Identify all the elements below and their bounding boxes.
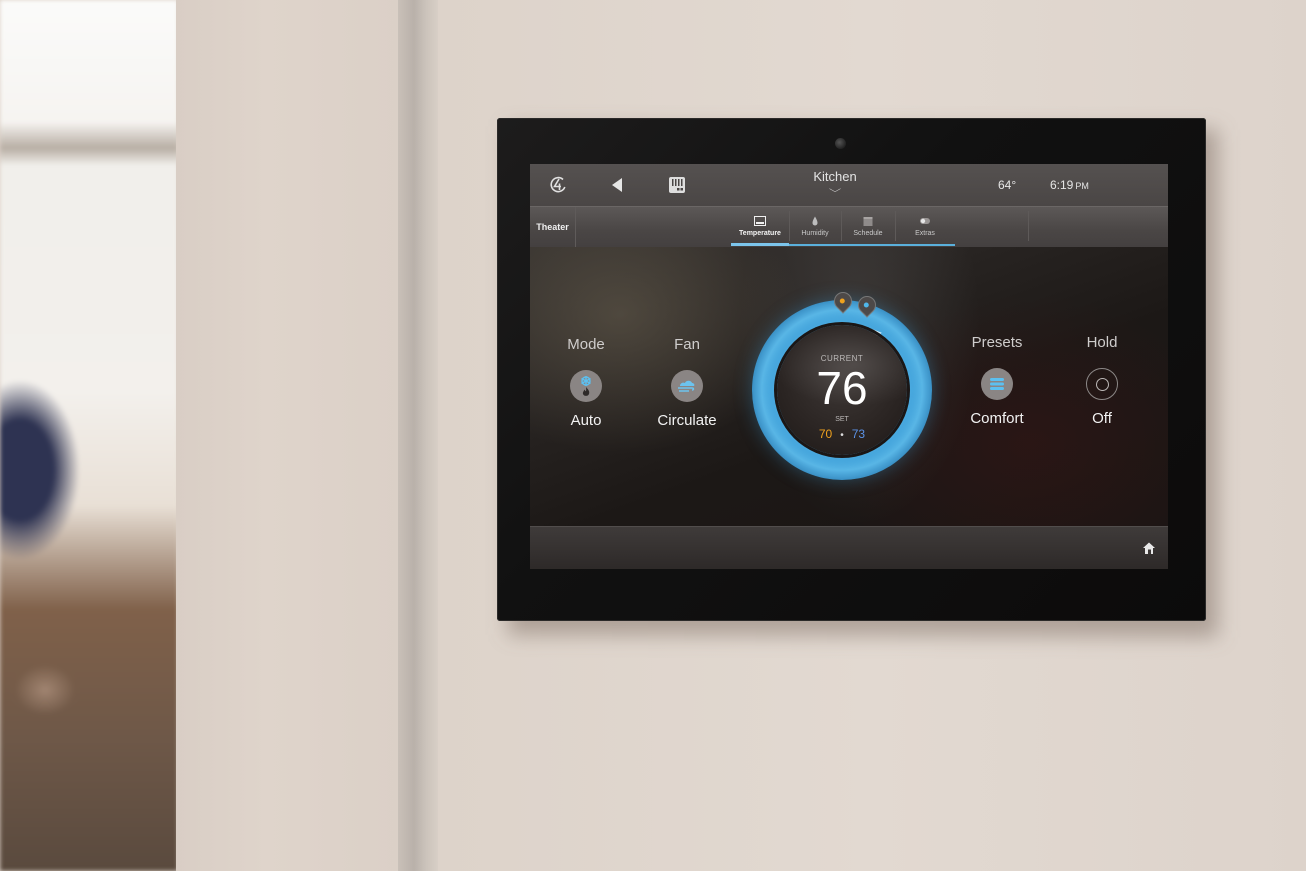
mode-title: Mode — [567, 336, 605, 353]
tab-label: Temperature — [739, 230, 781, 237]
active-tab-indicator — [731, 243, 789, 246]
list-icon[interactable] — [981, 368, 1013, 400]
setpoint-separator: • — [840, 430, 844, 441]
screen: Kitchen ⌵ 64° 6:19 PM Theater Temperature — [530, 164, 1168, 569]
presets-value: Comfort — [970, 410, 1024, 427]
cool-dot-icon — [862, 301, 870, 309]
dial-face: CURRENT 76 SET 70 • 73 — [777, 325, 907, 455]
mode-value: Auto — [570, 412, 602, 429]
current-temperature: 76 — [816, 362, 868, 414]
toggle-icon — [919, 216, 931, 226]
tab-temperature[interactable]: Temperature — [731, 207, 789, 245]
hold-value: Off — [1092, 410, 1112, 427]
home-icon[interactable] — [1142, 541, 1156, 555]
thermostat-dial[interactable]: CURRENT 76 SET 70 • 73 — [752, 288, 932, 480]
wall-groove — [398, 0, 438, 871]
clock: 6:19 PM — [1050, 178, 1089, 192]
outdoor-temperature: 64° — [998, 178, 1017, 192]
setpoints: 70 • 73 — [777, 427, 907, 441]
room-name: Kitchen — [813, 169, 857, 184]
clock-time: 6:19 — [1050, 178, 1074, 192]
snowflake-flame-icon[interactable] — [570, 370, 602, 402]
fan-control[interactable]: Fan Circulate — [642, 336, 732, 429]
background-window-scene — [0, 0, 178, 871]
tab-bar: Theater Temperature Humidity Schedule Ex… — [530, 206, 1168, 247]
tab-label: Humidity — [801, 230, 829, 237]
tab-divider — [1028, 211, 1029, 241]
tab-label: Schedule — [853, 230, 883, 237]
droplet-icon — [809, 216, 821, 226]
tab-label: Extras — [915, 230, 935, 237]
radio-ring-icon[interactable] — [1086, 368, 1118, 400]
camera-lens — [835, 138, 846, 149]
set-label: SET — [835, 416, 849, 423]
calendar-icon — [862, 216, 874, 226]
clock-ampm: PM — [1075, 181, 1089, 191]
monitor-icon — [754, 216, 766, 226]
chevron-down-icon: ⌵ — [828, 184, 842, 194]
radio-ring-inner — [1095, 377, 1109, 391]
room-shortcut-theater[interactable]: Theater — [530, 207, 576, 247]
tab-humidity[interactable]: Humidity — [790, 207, 840, 245]
wind-cloud-icon[interactable] — [671, 370, 703, 402]
hold-title: Hold — [1086, 334, 1118, 351]
room-selector[interactable]: Kitchen ⌵ — [790, 169, 880, 194]
tab-schedule[interactable]: Schedule — [842, 207, 894, 245]
presets-title: Presets — [971, 334, 1023, 351]
tab-extras[interactable]: Extras — [896, 207, 954, 245]
top-bar: Kitchen ⌵ 64° 6:19 PM — [530, 164, 1168, 206]
wall-pillar — [176, 0, 401, 871]
heat-dot-icon — [838, 297, 846, 305]
cool-setpoint: 73 — [851, 427, 866, 441]
fan-value: Circulate — [657, 412, 717, 429]
thermostat-device-icon[interactable] — [666, 174, 688, 196]
fan-title: Fan — [674, 336, 700, 353]
bottom-bar — [530, 526, 1168, 569]
presets-control[interactable]: Presets Comfort — [952, 334, 1042, 427]
hold-control[interactable]: Hold Off — [1057, 334, 1147, 427]
back-triangle-icon[interactable] — [606, 174, 628, 196]
heat-setpoint: 70 — [818, 427, 833, 441]
brand-logo-icon[interactable] — [547, 174, 569, 196]
mode-control[interactable]: Mode Auto — [541, 336, 631, 429]
touch-panel-device: Kitchen ⌵ 64° 6:19 PM Theater Temperature — [497, 118, 1206, 621]
